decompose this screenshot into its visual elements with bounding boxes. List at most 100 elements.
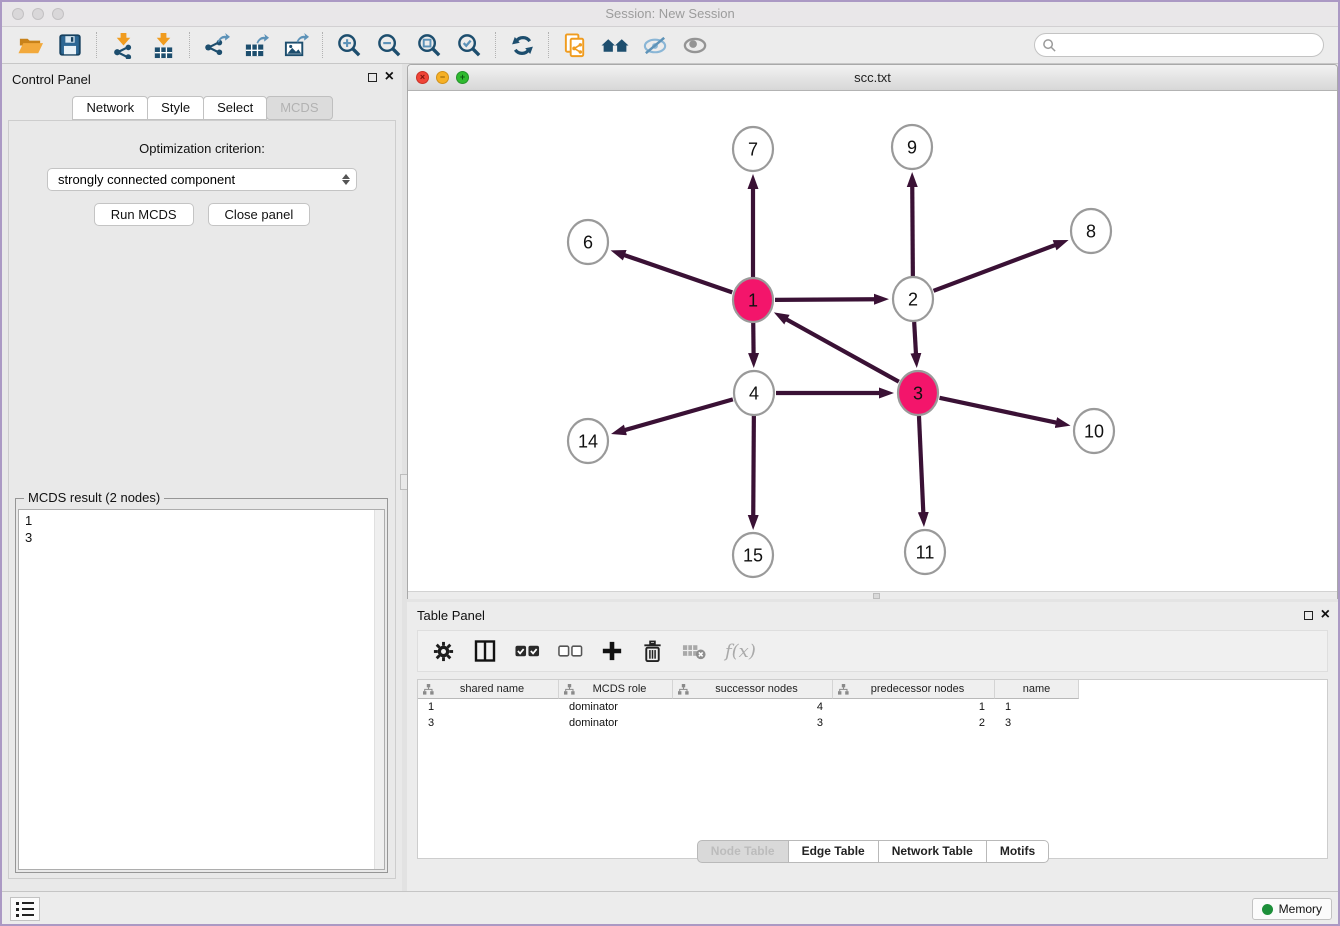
- close-table-panel-button[interactable]: ×: [1321, 609, 1330, 621]
- zoom-out-button[interactable]: [369, 29, 409, 61]
- mcds-panel: Optimization criterion: strongly connect…: [8, 120, 396, 879]
- network-window-titlebar[interactable]: × − + scc.txt: [408, 65, 1337, 91]
- tab-motifs[interactable]: Motifs: [986, 840, 1049, 863]
- trash-icon: [641, 640, 664, 663]
- table-row-0[interactable]: 1dominator411: [418, 699, 1327, 715]
- tab-mcds[interactable]: MCDS: [266, 96, 332, 120]
- select-all-columns-button[interactable]: [515, 644, 540, 658]
- column-header-successor-nodes[interactable]: successor nodes: [673, 680, 833, 699]
- graph-node-2[interactable]: 2: [893, 277, 933, 321]
- import-network-button[interactable]: [103, 29, 143, 61]
- cell-MCDS-role[interactable]: dominator: [559, 699, 673, 715]
- cell-name[interactable]: 3: [995, 715, 1079, 731]
- cell-shared-name[interactable]: 1: [418, 699, 559, 715]
- column-header-predecessor-nodes[interactable]: predecessor nodes: [833, 680, 995, 699]
- cell-name[interactable]: 1: [995, 699, 1079, 715]
- tab-node-table[interactable]: Node Table: [697, 840, 789, 863]
- column-header-MCDS-role[interactable]: MCDS role: [559, 680, 673, 699]
- graph-node-15[interactable]: 15: [733, 533, 773, 577]
- cell-predecessor-nodes[interactable]: 1: [833, 699, 995, 715]
- run-mcds-button[interactable]: Run MCDS: [94, 203, 194, 226]
- memory-button[interactable]: Memory: [1252, 898, 1332, 920]
- search-input[interactable]: [1057, 38, 1316, 52]
- column-header-name[interactable]: name: [995, 680, 1079, 699]
- export-network-button[interactable]: [196, 29, 236, 61]
- graph-node-8[interactable]: 8: [1071, 209, 1111, 253]
- cell-MCDS-role[interactable]: dominator: [559, 715, 673, 731]
- tab-edge-table[interactable]: Edge Table: [788, 840, 879, 863]
- close-panel-button[interactable]: ×: [385, 71, 394, 83]
- network-zoom-button[interactable]: +: [456, 71, 469, 84]
- zoom-in-button[interactable]: [329, 29, 369, 61]
- tab-network-table[interactable]: Network Table: [878, 840, 987, 863]
- function-builder-button[interactable]: f(x): [725, 641, 756, 662]
- table-row-1[interactable]: 3dominator323: [418, 715, 1327, 731]
- refresh-view-button[interactable]: [502, 29, 542, 61]
- graph-edge-3-11[interactable]: [919, 416, 923, 514]
- tab-network[interactable]: Network: [72, 96, 148, 120]
- graph-edge-1-6[interactable]: [623, 255, 732, 293]
- graph-edge-4-14[interactable]: [624, 399, 733, 430]
- graph-node-9[interactable]: 9: [892, 125, 932, 169]
- close-window-button[interactable]: [12, 8, 24, 20]
- graph-edge-2-8[interactable]: [934, 245, 1057, 291]
- tab-select[interactable]: Select: [203, 96, 267, 120]
- delete-table-button[interactable]: [682, 641, 707, 661]
- import-table-button[interactable]: [143, 29, 183, 61]
- graph-edge-1-2[interactable]: [775, 299, 876, 300]
- export-image-button[interactable]: [276, 29, 316, 61]
- table-header: shared nameMCDS rolesuccessor nodesprede…: [418, 680, 1327, 699]
- float-table-panel-button[interactable]: [1304, 611, 1313, 620]
- cell-successor-nodes[interactable]: 4: [673, 699, 833, 715]
- network-minimize-button[interactable]: −: [436, 71, 449, 84]
- graph-edge-3-10[interactable]: [940, 398, 1058, 423]
- search-box[interactable]: [1034, 33, 1324, 57]
- show-column-button[interactable]: [473, 639, 497, 663]
- network-hscroll[interactable]: [408, 591, 1337, 599]
- mcds-result-area[interactable]: 1 3: [18, 509, 385, 870]
- network-hscroll-handle[interactable]: [873, 593, 880, 599]
- clone-network-button[interactable]: [555, 29, 595, 61]
- open-file-button[interactable]: [10, 29, 50, 61]
- network-canvas[interactable]: 1 2 3 4 6 7 8 9 10 11 14 15: [408, 91, 1337, 591]
- cell-predecessor-nodes[interactable]: 2: [833, 715, 995, 731]
- tab-style[interactable]: Style: [147, 96, 204, 120]
- graph-node-11[interactable]: 11: [905, 530, 945, 574]
- node-table[interactable]: shared nameMCDS rolesuccessor nodesprede…: [417, 679, 1328, 859]
- graph-edge-2-3[interactable]: [914, 322, 916, 355]
- optimization-dropdown[interactable]: strongly connected component: [47, 168, 357, 191]
- table-settings-button[interactable]: [432, 640, 455, 663]
- zoom-fit-button[interactable]: [409, 29, 449, 61]
- cell-successor-nodes[interactable]: 3: [673, 715, 833, 731]
- save-session-button[interactable]: [50, 29, 90, 61]
- minimize-window-button[interactable]: [32, 8, 44, 20]
- task-history-button[interactable]: [10, 897, 40, 921]
- column-header-shared-name[interactable]: shared name: [418, 680, 559, 699]
- window-controls[interactable]: [12, 8, 64, 20]
- graph-node-10[interactable]: 10: [1074, 409, 1114, 453]
- create-column-button[interactable]: [601, 640, 623, 662]
- graph-node-6[interactable]: 6: [568, 220, 608, 264]
- zoom-selected-button[interactable]: [449, 29, 489, 61]
- zoom-window-button[interactable]: [52, 8, 64, 20]
- unselect-all-columns-button[interactable]: [558, 644, 583, 658]
- cell-shared-name[interactable]: 3: [418, 715, 559, 731]
- close-mcds-panel-button[interactable]: Close panel: [208, 203, 311, 226]
- show-all-networks-button[interactable]: [595, 29, 635, 61]
- float-panel-button[interactable]: [368, 73, 377, 82]
- graph-node-14[interactable]: 14: [568, 419, 608, 463]
- network-close-button[interactable]: ×: [416, 71, 429, 84]
- graph-node-7[interactable]: 7: [733, 127, 773, 171]
- export-table-button[interactable]: [236, 29, 276, 61]
- graph-node-4[interactable]: 4: [734, 371, 774, 415]
- show-graphics-details-button[interactable]: [675, 29, 715, 61]
- graph-edge-3-1[interactable]: [785, 319, 899, 382]
- result-scrollbar[interactable]: [374, 510, 384, 869]
- hide-graphics-details-button[interactable]: [635, 29, 675, 61]
- graph-node-3[interactable]: 3: [898, 371, 938, 415]
- graph-edge-2-9[interactable]: [912, 185, 913, 276]
- graph-svg[interactable]: 1 2 3 4 6 7 8 9 10 11 14 15: [408, 91, 1337, 591]
- graph-edge-4-15[interactable]: [753, 416, 754, 517]
- delete-column-button[interactable]: [641, 640, 664, 663]
- graph-node-1[interactable]: 1: [733, 278, 773, 322]
